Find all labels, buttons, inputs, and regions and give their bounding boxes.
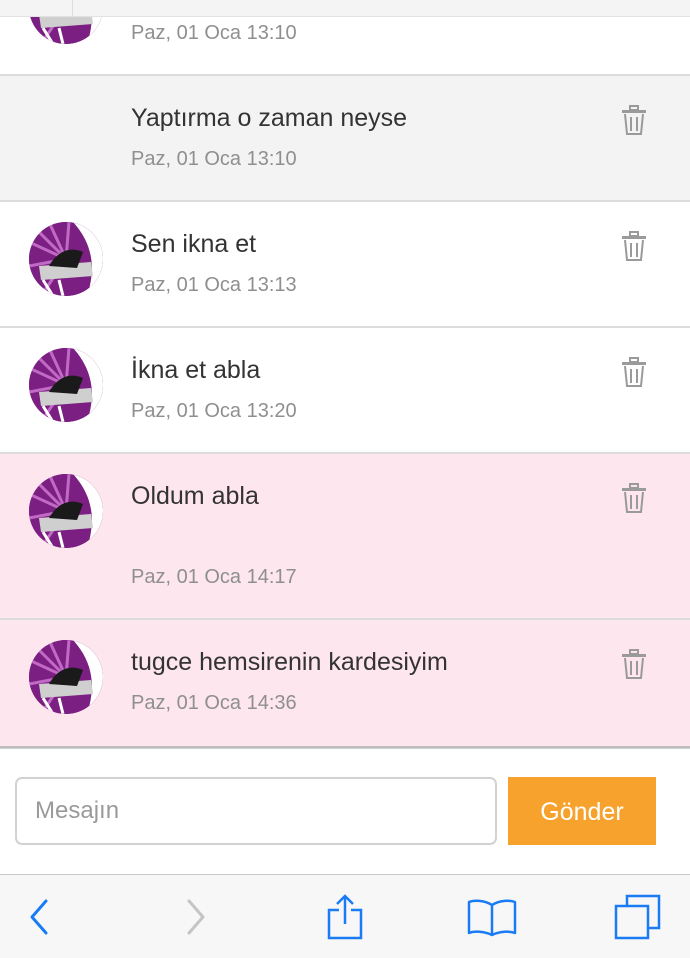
message-item: tugce hemsirenin kardesiyim Paz, 01 Oca … [0,620,690,748]
avatar[interactable] [29,348,103,422]
message-text: Yaptırma o zaman neyse [131,104,408,132]
message-time: Paz, 01 Oca 14:17 [131,566,297,588]
message-input[interactable] [15,777,497,845]
message-time: Paz, 01 Oca 13:20 [131,400,297,422]
message-time: Paz, 01 Oca 14:36 [131,692,297,714]
message-item: Sen ikna et Paz, 01 Oca 13:13 [0,202,690,328]
share-button[interactable] [305,875,385,958]
tabs-button[interactable] [598,875,678,958]
chevron-left-icon [30,899,48,934]
message-item: İkna et abla Paz, 01 Oca 13:20 [0,328,690,454]
chevron-right-icon [187,899,205,934]
top-bar [0,0,690,17]
trash-icon[interactable] [620,648,648,680]
message-text: İkna et abla [131,356,261,384]
message-time: Paz, 01 Oca 13:10 [131,148,297,170]
share-icon [327,893,363,939]
trash-icon[interactable] [620,356,648,388]
message-text: Sen ikna et [131,230,257,258]
forward-button[interactable] [155,875,235,958]
message-time: Paz, 01 Oca 13:13 [131,274,297,296]
tabs-icon [614,894,661,939]
back-button[interactable] [0,875,80,958]
avatar[interactable] [29,640,103,714]
message-text: tugce hemsirenin kardesiyim [131,648,448,676]
message-item: Oldum abla Paz, 01 Oca 14:17 [0,454,690,620]
trash-icon[interactable] [620,104,648,136]
trash-icon[interactable] [620,230,648,262]
message-composer: Gönder [0,748,690,875]
send-button[interactable]: Gönder [508,777,656,845]
bookmarks-button[interactable] [452,875,532,958]
divider [72,0,73,16]
message-time: Paz, 01 Oca 13:10 [131,22,297,44]
avatar[interactable] [29,474,103,548]
message-text: Oldum abla [131,482,259,510]
bookmarks-icon [467,899,517,936]
trash-icon[interactable] [620,482,648,514]
browser-toolbar [0,874,690,958]
message-item: Yaptırma o zaman neyse Paz, 01 Oca 13:10 [0,76,690,202]
avatar[interactable] [29,222,103,296]
